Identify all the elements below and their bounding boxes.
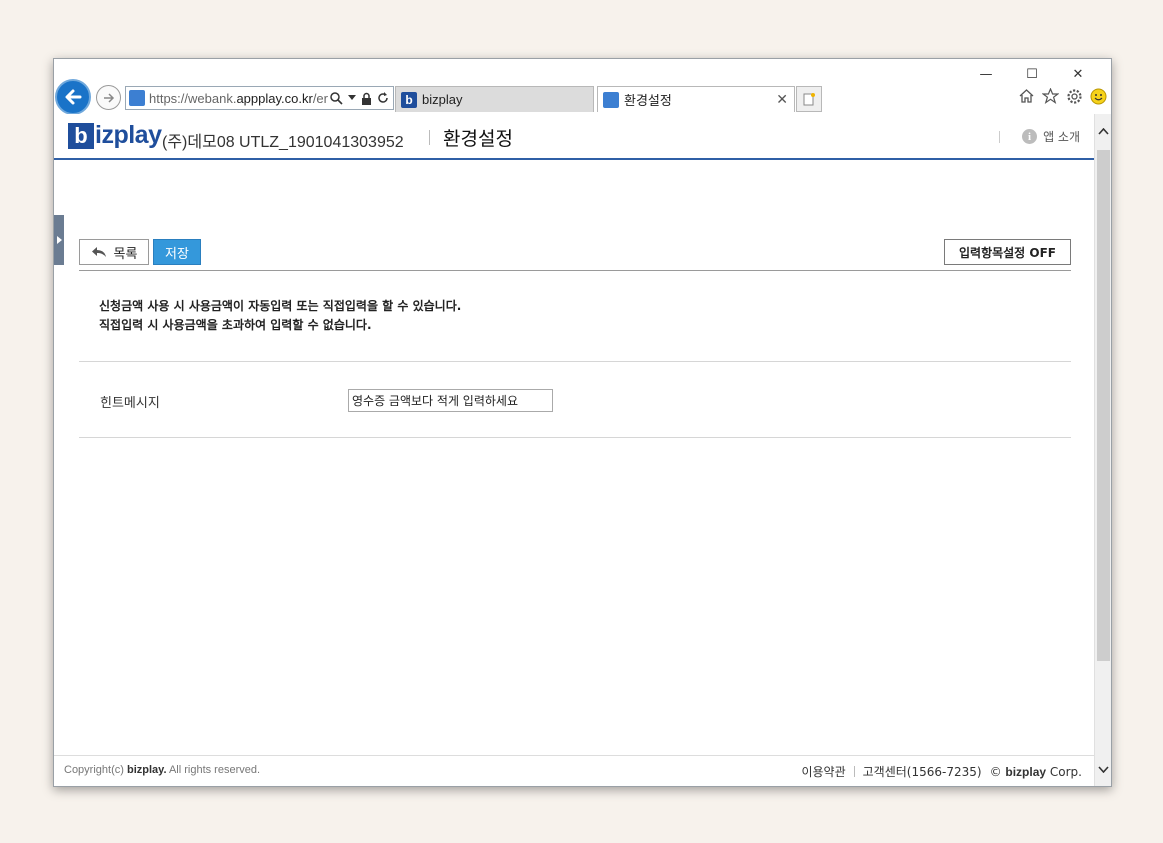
favorites-star-icon[interactable]	[1041, 87, 1059, 105]
search-icon[interactable]	[330, 91, 343, 105]
page-content: b izplay (주)데모08 UTLZ_1901041303952 환경설정…	[54, 114, 1096, 786]
arrow-left-icon	[65, 89, 82, 105]
list-button[interactable]: 목록	[79, 239, 149, 265]
new-tab-icon	[803, 93, 815, 106]
back-arrow-icon	[91, 247, 106, 257]
footer-links: 이용약관 고객센터(1566-7235) © bizplay Corp.	[801, 763, 1082, 780]
copyright-text: Copyright(c) bizplay. All rights reserve…	[64, 764, 261, 776]
company-name: (주)데모08 UTLZ_1901041303952	[162, 134, 404, 151]
page-title: 환경설정	[443, 128, 513, 150]
section-divider	[79, 361, 1071, 362]
scroll-up-icon[interactable]	[1095, 124, 1111, 138]
terms-link[interactable]: 이용약관	[801, 763, 845, 780]
toolbar: 목록 저장 입력항목설정 OFF	[79, 239, 1071, 271]
scroll-thumb[interactable]	[1097, 150, 1110, 661]
back-button[interactable]	[55, 79, 91, 115]
maximize-button[interactable]: ☐	[1009, 65, 1055, 83]
app-intro-label: 앱 소개	[1043, 130, 1080, 144]
footer-divider	[853, 766, 855, 777]
bizplay-logo[interactable]: b izplay	[68, 121, 162, 150]
save-button[interactable]: 저장	[153, 239, 201, 265]
header-divider	[429, 130, 430, 145]
corp-info: © bizplay Corp.	[989, 764, 1082, 779]
window-controls: — ☐ ✕	[963, 65, 1101, 83]
scroll-down-icon[interactable]	[1095, 762, 1111, 776]
bizplay-favicon-icon: b	[401, 91, 417, 108]
input-settings-toggle-button[interactable]: 입력항목설정 OFF	[944, 239, 1071, 265]
refresh-icon[interactable]	[377, 92, 389, 104]
vertical-scrollbar[interactable]	[1094, 114, 1111, 786]
notice-line: 직접입력 시 사용금액을 초과하여 입력할 수 없습니다.	[99, 318, 372, 332]
tab-label: 환경설정	[624, 93, 672, 108]
browser-tools	[1017, 87, 1107, 105]
settings-gear-icon[interactable]	[1065, 87, 1083, 105]
smiley-feedback-icon[interactable]	[1089, 87, 1107, 105]
address-bar[interactable]: https://webank.appplay.co.kr/er	[125, 86, 394, 110]
side-panel-toggle[interactable]	[54, 215, 64, 265]
url-text[interactable]: https://webank.appplay.co.kr/er	[149, 91, 330, 106]
close-window-button[interactable]: ✕	[1055, 65, 1101, 83]
lock-icon[interactable]	[361, 92, 372, 105]
site-favicon-icon	[603, 91, 619, 108]
browser-window: — ☐ ✕ https://webank.appplay.co.kr/er b …	[53, 58, 1112, 787]
close-tab-icon[interactable]: ✕	[776, 91, 788, 108]
list-button-label: 목록	[113, 246, 138, 262]
app-header: b izplay (주)데모08 UTLZ_1901041303952 환경설정…	[54, 114, 1096, 160]
tab-bizplay[interactable]: b bizplay	[395, 86, 594, 112]
site-favicon-icon	[129, 90, 145, 106]
notice-line: 신청금액 사용 시 사용금액이 자동입력 또는 직접입력을 할 수 있습니다.	[99, 299, 462, 313]
notice-text: 신청금액 사용 시 사용금액이 자동입력 또는 직접입력을 할 수 있습니다. …	[99, 297, 461, 335]
forward-button[interactable]	[96, 85, 121, 110]
home-icon[interactable]	[1017, 87, 1035, 105]
hint-message-input[interactable]	[348, 389, 553, 412]
new-tab-button[interactable]	[796, 86, 822, 112]
chevron-right-icon	[56, 236, 62, 244]
tab-settings[interactable]: 환경설정 ✕	[597, 86, 795, 112]
info-icon: i	[1022, 129, 1038, 144]
minimize-button[interactable]: —	[963, 65, 1009, 83]
section-divider	[79, 437, 1071, 438]
header-divider	[999, 130, 1001, 143]
arrow-right-icon	[103, 92, 114, 103]
footer: Copyright(c) bizplay. All rights reserve…	[54, 755, 1096, 786]
hint-message-label: 힌트메시지	[100, 396, 160, 411]
tab-label: bizplay	[422, 92, 463, 107]
customer-center-link[interactable]: 고객센터(1566-7235)	[863, 763, 982, 780]
dropdown-arrow-icon[interactable]	[348, 95, 356, 101]
app-intro-link[interactable]: i 앱 소개	[999, 128, 1080, 145]
